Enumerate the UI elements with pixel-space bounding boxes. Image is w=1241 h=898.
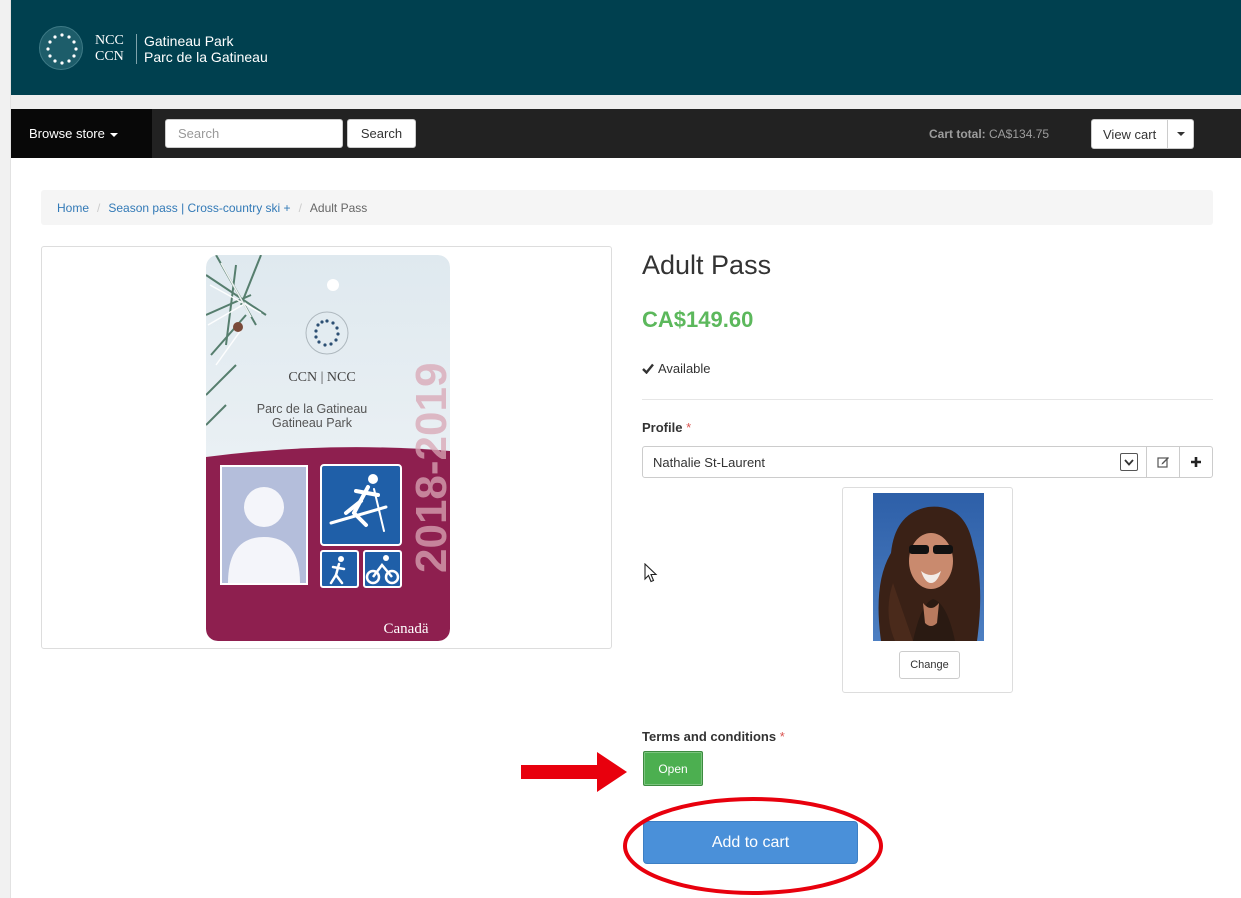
caret-down-icon <box>109 132 118 137</box>
required-marker: * <box>779 729 785 744</box>
search-button[interactable]: Search <box>347 119 416 148</box>
brand-acronyms: NCC CCN <box>95 33 124 65</box>
breadcrumb-separator: / <box>298 200 302 215</box>
add-to-cart-button[interactable]: Add to cart <box>643 821 858 864</box>
mouse-pointer-icon <box>644 563 658 583</box>
profile-label-text: Profile <box>642 420 683 435</box>
profile-label: Profile * <box>642 420 691 435</box>
search-input[interactable] <box>165 119 343 148</box>
availability-text: Available <box>658 361 711 376</box>
card-org-text: CCN | NCC <box>288 370 355 385</box>
browse-store-label: Browse store <box>29 126 105 141</box>
edit-icon <box>1156 457 1169 468</box>
caret-down-icon <box>1176 132 1185 136</box>
terms-label-text: Terms and conditions <box>642 729 777 744</box>
brand-ccn: CCN <box>95 49 124 64</box>
profile-select[interactable]: Nathalie St-Laurent <box>643 455 1120 470</box>
brand-park-en: Gatineau Park <box>144 33 234 49</box>
view-cart-button[interactable]: View cart <box>1091 119 1169 149</box>
plus-icon <box>1191 457 1201 467</box>
divider <box>642 399 1213 400</box>
cart-total: Cart total: CA$134.75 <box>929 127 1049 141</box>
profile-select-group: Nathalie St-Laurent <box>642 446 1213 478</box>
season-pass-card-image: CCN | NCC Parc de la Gatineau Gatineau P… <box>206 255 450 641</box>
terms-label: Terms and conditions * <box>642 729 785 744</box>
brand-ncc: NCC <box>95 33 124 48</box>
page-left-edge <box>0 0 11 898</box>
ncc-logo-icon[interactable] <box>39 26 83 70</box>
breadcrumb-current: Adult Pass <box>309 200 368 215</box>
open-terms-button[interactable]: Open <box>643 751 703 786</box>
browse-store-dropdown[interactable]: Browse store <box>11 109 152 158</box>
product-image-box: CCN | NCC Parc de la Gatineau Gatineau P… <box>41 246 612 649</box>
checkmark-icon <box>642 363 654 374</box>
brand-park-names: Gatineau Park Parc de la Gatineau <box>144 33 268 65</box>
change-photo-button[interactable]: Change <box>899 651 960 679</box>
edit-profile-button[interactable] <box>1146 447 1179 477</box>
required-marker: * <box>686 420 692 435</box>
breadcrumb-separator: / <box>97 200 101 215</box>
header-gap <box>11 95 1241 109</box>
annotation-arrow-icon <box>521 752 627 792</box>
breadcrumb: Home / Season pass | Cross-country ski +… <box>41 190 1213 225</box>
cart-total-label: Cart total: <box>929 127 986 141</box>
breadcrumb-home[interactable]: Home <box>57 201 89 215</box>
product-title: Adult Pass <box>642 250 772 280</box>
brand-park-fr: Parc de la Gatineau <box>144 49 268 65</box>
profile-photo-box: Change <box>842 487 1013 693</box>
card-wordmark: Canadä <box>384 621 429 637</box>
cart-total-value: CA$134.75 <box>989 127 1050 141</box>
view-cart-dropdown-toggle[interactable] <box>1168 119 1195 149</box>
card-park-en-text: Gatineau Park <box>272 416 353 430</box>
card-park-fr-text: Parc de la Gatineau <box>257 402 368 416</box>
product-price: CA$149.60 <box>642 307 754 332</box>
breadcrumb-category[interactable]: Season pass | Cross-country ski + <box>108 201 290 215</box>
add-profile-button[interactable] <box>1179 447 1212 477</box>
view-cart-group: View cart <box>1091 119 1195 149</box>
profile-photo <box>873 493 984 641</box>
brand-divider <box>136 34 137 64</box>
availability-status: Available <box>642 361 711 376</box>
site-header: NCC CCN Gatineau Park Parc de la Gatinea… <box>11 0 1241 95</box>
store-navbar: Browse store Search Cart total: CA$134.7… <box>11 109 1241 158</box>
card-season-text: 2018-2019 <box>407 363 450 573</box>
chevron-down-icon[interactable] <box>1120 453 1138 471</box>
